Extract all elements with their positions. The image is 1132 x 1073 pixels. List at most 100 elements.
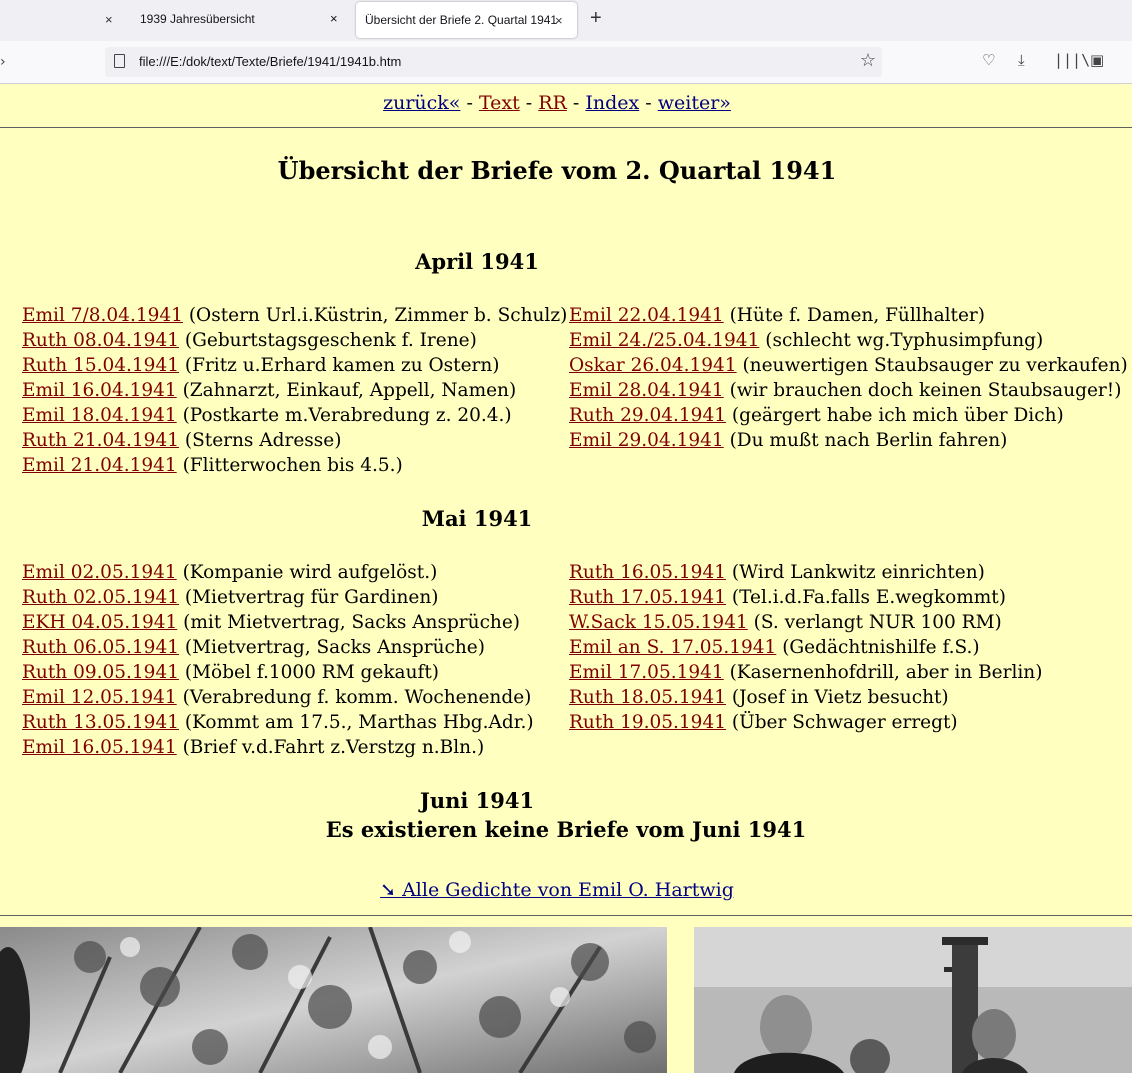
letter-row: Ruth 08.04.1941 (Geburtstagsgeschenk f. … [22,328,567,353]
letter-description: (wir brauchen doch keinen Staubsauger!) [729,380,1122,401]
letter-link[interactable]: Oskar 26.04.1941 [569,355,737,376]
letter-link[interactable]: Emil 21.04.1941 [22,455,177,476]
close-icon[interactable]: × [330,11,338,26]
letter-link[interactable]: W.Sack 15.05.1941 [569,612,748,633]
url-bar[interactable]: file:///E:/dok/text/Texte/Briefe/1941/19… [105,47,882,77]
letter-row: Ruth 15.04.1941 (Fritz u.Erhard kamen zu… [22,353,567,378]
letter-link[interactable]: Ruth 18.05.1941 [569,687,726,708]
letter-description: (Mietvertrag, Sacks Ansprüche) [184,637,485,658]
letter-row: Emil 17.05.1941 (Kasernenhofdrill, aber … [569,660,1042,685]
letter-link[interactable]: Ruth 09.05.1941 [22,662,179,683]
letter-description: (Gedächtnishilfe f.S.) [782,637,980,658]
letter-row: Ruth 13.05.1941 (Kommt am 17.5., Marthas… [22,710,534,735]
close-icon[interactable]: × [555,13,563,28]
letter-link[interactable]: Emil 22.04.1941 [569,305,724,326]
letter-description: (S. verlangt NUR 100 RM) [753,612,1002,633]
letter-row: Ruth 29.04.1941 (geärgert habe ich mich … [569,403,1128,428]
letter-link[interactable]: Ruth 17.05.1941 [569,587,726,608]
letter-row: Emil 28.04.1941 (wir brauchen doch keine… [569,378,1128,403]
gedichte-link-row: ➘ Alle Gedichte von Emil O. Hartwig [0,879,1114,901]
letter-description: (mit Mietvertrag, Sacks Ansprüche) [183,612,521,633]
separator: - [460,92,479,114]
letter-row: Emil 21.04.1941 (Flitterwochen bis 4.5.) [22,453,567,478]
index-link[interactable]: Index [585,92,639,114]
letter-link[interactable]: Ruth 21.04.1941 [22,430,179,451]
letter-link[interactable]: Emil 7/8.04.1941 [22,305,183,326]
letter-description: (Kompanie wird aufgelöst.) [182,562,438,583]
sidebar-icon[interactable]: ▣ [1090,51,1104,69]
letter-link[interactable]: EKH 04.05.1941 [22,612,177,633]
letter-link[interactable]: Emil 29.04.1941 [569,430,724,451]
letter-row: Emil 29.04.1941 (Du mußt nach Berlin fah… [569,428,1128,453]
letter-link[interactable]: Ruth 02.05.1941 [22,587,179,608]
letter-link[interactable]: Emil 24./25.04.1941 [569,330,759,351]
page-title: Übersicht der Briefe vom 2. Quartal 1941 [277,156,837,185]
letter-row: Emil 7/8.04.1941 (Ostern Url.i.Küstrin, … [22,303,567,328]
pocket-icon[interactable]: ♡ [982,51,995,69]
photo-forest [0,927,667,1073]
letter-link[interactable]: Emil 17.05.1941 [569,662,724,683]
letter-link[interactable]: Emil 02.05.1941 [22,562,177,583]
letter-row: Ruth 02.05.1941 (Mietvertrag für Gardine… [22,585,534,610]
reload-icon[interactable]: › [0,54,6,70]
letter-description: (neuwertigen Staubsauger zu verkaufen) [742,355,1128,376]
library-icon[interactable]: |||\ [1054,51,1090,69]
new-tab-button[interactable]: + [590,7,602,30]
letter-link[interactable]: Emil 28.04.1941 [569,380,724,401]
separator: - [639,92,658,114]
letter-link[interactable]: Emil 16.04.1941 [22,380,177,401]
top-navigation: zurück« - Text - RR - Index - weiter» [0,92,1114,114]
letter-link[interactable]: Ruth 06.05.1941 [22,637,179,658]
letter-description: (Fritz u.Erhard kamen zu Ostern) [184,355,500,376]
letter-link[interactable]: Emil 18.04.1941 [22,405,177,426]
next-link[interactable]: weiter» [658,92,731,114]
mai-left-column: Emil 02.05.1941 (Kompanie wird aufgelöst… [22,560,534,760]
rr-link[interactable]: RR [538,92,567,114]
letter-description: (Wird Lankwitz einrichten) [731,562,985,583]
letter-row: Ruth 16.05.1941 (Wird Lankwitz einrichte… [569,560,1042,585]
letter-description: (Sterns Adresse) [184,430,342,451]
page-content: zurück« - Text - RR - Index - weiter» Üb… [0,84,1132,1073]
letter-description: (Kasernenhofdrill, aber in Berlin) [729,662,1043,683]
tab-1939[interactable]: × 1939 Jahresübersicht [0,0,350,38]
letter-link[interactable]: Emil 12.05.1941 [22,687,177,708]
letter-link[interactable]: Ruth 16.05.1941 [569,562,726,583]
letter-description: (Tel.i.d.Fa.falls E.wegkommt) [731,587,1006,608]
letter-row: Emil 24./25.04.1941 (schlecht wg.Typhusi… [569,328,1128,353]
month-heading-mai: Mai 1941 [421,506,533,531]
download-icon[interactable]: ⤓ [1018,51,1025,69]
letter-row: Ruth 21.04.1941 (Sterns Adresse) [22,428,567,453]
letter-link[interactable]: Ruth 15.04.1941 [22,355,179,376]
letter-link[interactable]: Emil an S. 17.05.1941 [569,637,776,658]
back-link[interactable]: zurück« [383,92,460,114]
letter-description: (geärgert habe ich mich über Dich) [731,405,1064,426]
letter-link[interactable]: Ruth 13.05.1941 [22,712,179,733]
letter-link[interactable]: Ruth 29.04.1941 [569,405,726,426]
page-icon [114,54,125,68]
letter-row: Emil 16.04.1941 (Zahnarzt, Einkauf, Appe… [22,378,567,403]
letter-description: (Flitterwochen bis 4.5.) [182,455,403,476]
month-heading-juni: Juni 1941 [419,788,535,813]
tab-title: Übersicht der Briefe 2. Quartal 1941 [365,13,558,27]
text-link[interactable]: Text [479,92,520,114]
letter-link[interactable]: Ruth 19.05.1941 [569,712,726,733]
tab-briefe-1941[interactable]: Übersicht der Briefe 2. Quartal 1941 × [356,2,577,38]
close-icon[interactable]: × [105,12,113,27]
mai-right-column: Ruth 16.05.1941 (Wird Lankwitz einrichte… [569,560,1042,735]
url-text[interactable]: file:///E:/dok/text/Texte/Briefe/1941/19… [139,54,401,69]
separator: - [566,92,586,114]
bookmark-star-icon[interactable]: ☆ [860,50,876,71]
navigation-bar: file:///E:/dok/text/Texte/Briefe/1941/19… [0,41,1132,84]
letter-description: (schlecht wg.Typhusimpfung) [765,330,1044,351]
gedichte-link[interactable]: ➘ Alle Gedichte von Emil O. Hartwig [380,879,734,901]
letter-description: (Postkarte m.Verabredung z. 20.4.) [182,405,512,426]
letter-description: (Josef in Vietz besucht) [731,687,949,708]
letter-row: Emil 16.05.1941 (Brief v.d.Fahrt z.Verst… [22,735,534,760]
letter-row: EKH 04.05.1941 (mit Mietvertrag, Sacks A… [22,610,534,635]
letter-link[interactable]: Emil 16.05.1941 [22,737,177,758]
letter-description: (Möbel f.1000 RM gekauft) [184,662,440,683]
letter-link[interactable]: Ruth 08.04.1941 [22,330,179,351]
letter-description: (Zahnarzt, Einkauf, Appell, Namen) [182,380,517,401]
letter-row: Ruth 09.05.1941 (Möbel f.1000 RM gekauft… [22,660,534,685]
letter-description: (Mietvertrag für Gardinen) [184,587,439,608]
